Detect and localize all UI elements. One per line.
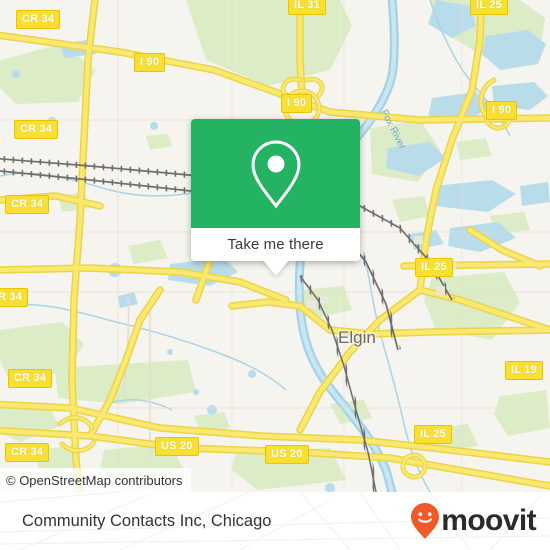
map-canvas[interactable]: IL 31 IL 25 CR 34 I 90 I 90 I 90 CR 34 C… xyxy=(0,0,550,492)
popup-icon-panel xyxy=(191,119,360,228)
shield-cr-34-6: CR 34 xyxy=(5,443,50,462)
shield-il-25-top: IL 25 xyxy=(470,0,508,15)
shield-i-90-2: I 90 xyxy=(281,94,313,113)
shield-il-25-2: IL 25 xyxy=(414,425,452,444)
page-title: Community Contacts Inc, Chicago xyxy=(22,492,271,550)
shield-cr-34-1: CR 34 xyxy=(16,10,61,29)
shield-i-90-3: I 90 xyxy=(486,101,518,120)
take-me-there-label: Take me there xyxy=(227,236,324,253)
attribution-text: © OpenStreetMap contributors xyxy=(6,472,183,488)
shield-cr-34-2: CR 34 xyxy=(14,120,59,139)
moovit-pin-icon xyxy=(411,503,440,539)
shield-i-90-1: I 90 xyxy=(134,53,166,72)
moovit-wordmark: moovit xyxy=(441,504,536,537)
popup-cta-panel[interactable]: Take me there xyxy=(191,228,360,261)
place-label-elgin: Elgin xyxy=(338,328,376,347)
shield-cr-34-4: R 34 xyxy=(0,288,29,307)
map-screenshot: IL 31 IL 25 CR 34 I 90 I 90 I 90 CR 34 C… xyxy=(0,0,550,550)
shield-il-19: IL 19 xyxy=(505,361,543,380)
moovit-logo[interactable]: moovit xyxy=(410,492,537,550)
footer-title-text: Community Contacts Inc, Chicago xyxy=(22,511,272,530)
map-attribution[interactable]: © OpenStreetMap contributors xyxy=(0,468,191,492)
shield-us-20-2: US 20 xyxy=(265,445,309,464)
footer-bar: Community Contacts Inc, Chicago moovit xyxy=(0,492,550,550)
shield-il-31: IL 31 xyxy=(288,0,326,15)
shield-us-20-1: US 20 xyxy=(155,437,199,456)
location-popup-card[interactable]: Take me there xyxy=(191,119,360,276)
map-pin-icon xyxy=(250,139,301,208)
popup-tail xyxy=(263,260,289,276)
shield-cr-34-3: CR 34 xyxy=(5,195,50,214)
shield-il-25-1: IL 25 xyxy=(415,258,453,277)
shield-cr-34-5: CR 34 xyxy=(8,369,53,388)
